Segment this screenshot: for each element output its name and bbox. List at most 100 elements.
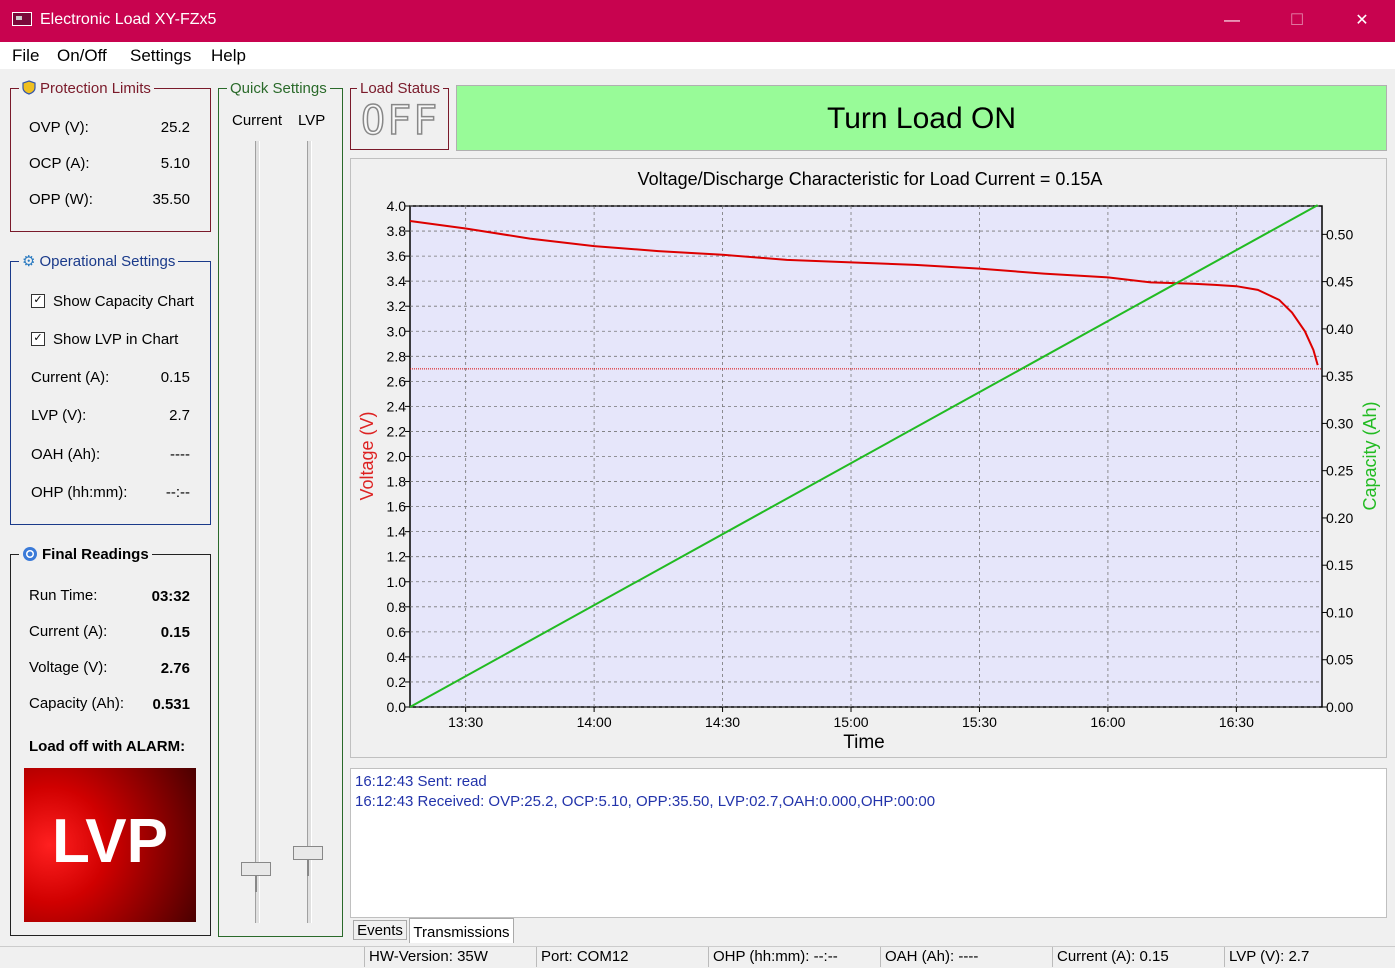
x-axis-label: Time	[843, 732, 885, 753]
x-tick-label: 14:00	[577, 714, 612, 730]
chart-panel: Voltage/Discharge Characteristic for Loa…	[350, 158, 1387, 758]
alarm-text: LVP	[52, 807, 168, 876]
opp-label: OPP (W):	[29, 191, 93, 208]
final-current-label: Current (A):	[29, 623, 108, 640]
op-oah-label: OAH (Ah):	[31, 446, 101, 463]
status-oah: OAH (Ah): ----	[880, 947, 1052, 967]
quick-settings-group: Quick Settings Current LVP	[218, 80, 343, 937]
status-ohp: OHP (hh:mm): --:--	[708, 947, 880, 967]
y2-tick-label: 0.45	[1326, 274, 1353, 290]
run-time-label: Run Time:	[29, 587, 98, 604]
menu-file[interactable]: File	[12, 46, 39, 66]
y-tick-label: 3.8	[387, 223, 407, 239]
y2-tick-label: 0.00	[1326, 699, 1353, 715]
y-tick-label: 2.4	[387, 398, 407, 414]
close-button[interactable]: ✕	[1347, 8, 1377, 34]
log-line: 16:12:43 Sent: read	[355, 773, 487, 790]
tab-events[interactable]: Events	[353, 920, 407, 940]
protection-limits-title: Protection Limits	[40, 80, 151, 97]
op-lvp-label: LVP (V):	[31, 407, 87, 424]
quick-settings-title: Quick Settings	[227, 80, 330, 97]
menu-bar: File On/Off Settings Help	[0, 42, 1395, 69]
y-tick-label: 1.2	[387, 549, 407, 565]
shield-icon	[22, 80, 36, 95]
current-slider-track	[255, 141, 260, 923]
window-title: Electronic Load XY-FZx5	[40, 11, 217, 28]
show-lvp-label: Show LVP in Chart	[53, 331, 179, 348]
x-tick-label: 13:30	[448, 714, 483, 730]
final-capacity-value: 0.531	[152, 696, 190, 713]
title-bar: Electronic Load XY-FZx5 — ☐ ✕	[0, 0, 1395, 42]
ovp-label: OVP (V):	[29, 119, 89, 136]
op-ohp-value: --:--	[165, 484, 190, 501]
y2-tick-label: 0.25	[1326, 463, 1353, 479]
turn-load-on-button[interactable]: Turn Load ON	[456, 85, 1387, 151]
y-tick-label: 2.0	[387, 449, 407, 465]
op-ohp-label: OHP (hh:mm):	[31, 484, 128, 501]
menu-settings[interactable]: Settings	[130, 46, 191, 66]
show-capacity-checkbox[interactable]: ✓	[31, 294, 45, 308]
op-oah-value: ----	[170, 446, 190, 463]
opp-value: 35.50	[152, 191, 190, 208]
y-tick-label: 0.6	[387, 624, 407, 640]
op-current-label: Current (A):	[31, 369, 110, 386]
final-readings-group: Final Readings Run Time: 03:32 Current (…	[10, 546, 211, 936]
menu-help[interactable]: Help	[211, 46, 246, 66]
quick-lvp-label: LVP	[298, 112, 326, 129]
y-tick-label: 1.6	[387, 499, 407, 515]
voltage-discharge-chart: Voltage/Discharge Characteristic for Loa…	[357, 169, 1380, 753]
operational-settings-title: Operational Settings	[39, 253, 176, 270]
y-tick-label: 4.0	[387, 198, 407, 214]
x-tick-label: 16:00	[1090, 714, 1125, 730]
y2-tick-label: 0.30	[1326, 415, 1353, 431]
y-tick-label: 1.8	[387, 474, 407, 490]
show-capacity-label: Show Capacity Chart	[53, 293, 194, 310]
app-icon	[12, 12, 32, 26]
status-hw-version: HW-Version: 35W	[364, 947, 536, 967]
load-status-group: Load Status OFF	[350, 80, 449, 150]
lvp-slider-track	[307, 141, 312, 923]
maximize-button[interactable]: ☐	[1282, 8, 1312, 34]
y-tick-label: 1.4	[387, 524, 407, 540]
log-line: 16:12:43 Received: OVP:25.2, OCP:5.10, O…	[355, 793, 936, 810]
lvp-slider-thumb[interactable]	[293, 846, 323, 877]
load-status-display: OFF	[360, 98, 440, 144]
op-lvp-value: 2.7	[169, 407, 190, 424]
ovp-value: 25.2	[160, 119, 190, 136]
y2-tick-label: 0.50	[1326, 226, 1353, 242]
record-icon	[23, 547, 37, 561]
y2-tick-label: 0.40	[1326, 321, 1353, 337]
minimize-button[interactable]: —	[1217, 8, 1247, 34]
y-tick-label: 3.0	[387, 323, 407, 339]
final-capacity-label: Capacity (Ah):	[29, 695, 125, 712]
current-slider-thumb[interactable]	[241, 861, 271, 892]
y-tick-label: 2.8	[387, 348, 407, 364]
x-tick-label: 14:30	[705, 714, 740, 730]
y2-tick-label: 0.10	[1326, 604, 1353, 620]
chart-title: Voltage/Discharge Characteristic for Loa…	[638, 169, 1103, 189]
y-tick-label: 3.6	[387, 248, 407, 264]
final-voltage-label: Voltage (V):	[29, 659, 108, 676]
y2-axis-label: Capacity (Ah)	[1360, 401, 1380, 510]
y-tick-label: 3.4	[387, 273, 407, 289]
y2-tick-label: 0.05	[1326, 652, 1353, 668]
final-voltage-value: 2.76	[160, 660, 190, 677]
y-tick-label: 2.6	[387, 373, 407, 389]
y2-tick-label: 0.20	[1326, 510, 1353, 526]
show-lvp-checkbox[interactable]: ✓	[31, 332, 45, 346]
quick-current-label: Current	[232, 112, 283, 129]
x-tick-label: 15:30	[962, 714, 997, 730]
log-panel[interactable]: 16:12:43 Sent: read 16:12:43 Received: O…	[350, 768, 1387, 918]
alarm-label: Load off with ALARM:	[29, 738, 186, 755]
y2-tick-label: 0.35	[1326, 368, 1353, 384]
y2-tick-label: 0.15	[1326, 557, 1353, 573]
tab-transmissions[interactable]: Transmissions	[409, 918, 514, 943]
y-tick-label: 3.2	[387, 298, 407, 314]
status-lvp: LVP (V): 2.7	[1224, 947, 1395, 967]
y-tick-label: 0.4	[387, 649, 407, 665]
y-tick-label: 1.0	[387, 574, 407, 590]
menu-on-off[interactable]: On/Off	[57, 46, 107, 66]
status-port: Port: COM12	[536, 947, 708, 967]
status-current: Current (A): 0.15	[1052, 947, 1224, 967]
op-current-value: 0.15	[160, 369, 190, 386]
